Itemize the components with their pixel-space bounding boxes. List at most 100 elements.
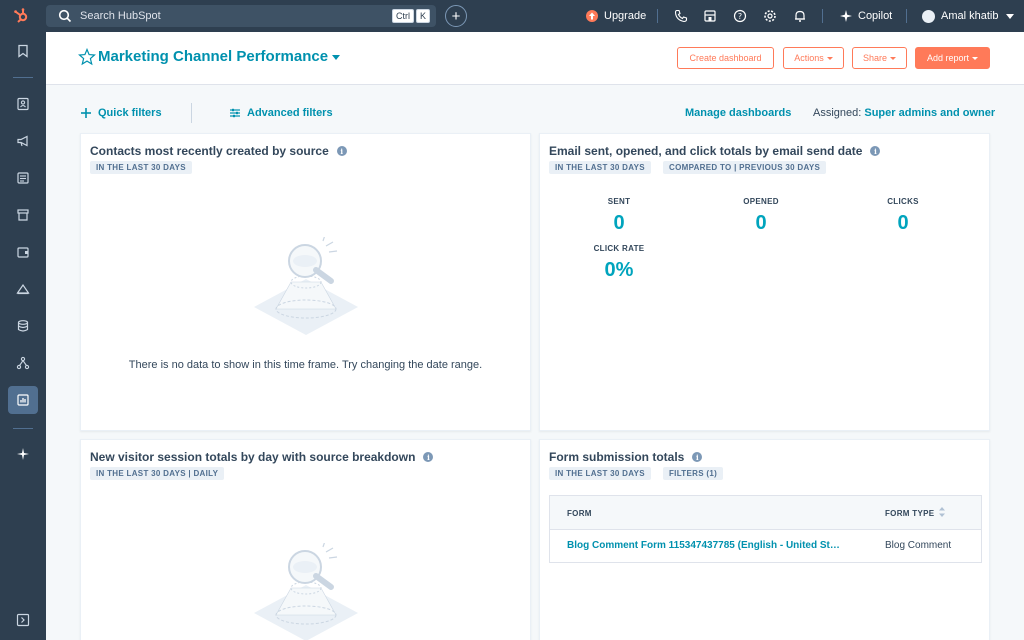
form-name-link[interactable]: Blog Comment Form 115347437785 (English … [567,540,840,551]
sparkle-icon [840,10,852,22]
table-header: FORM FORM TYPE [550,496,981,530]
user-name: Amal khatib [941,10,999,22]
advanced-filters-label: Advanced filters [247,107,333,119]
copilot-button[interactable]: Copilot [840,0,892,32]
no-data-magnifier-illustration-icon [254,543,358,640]
metric-label-clicks: CLICKS [887,197,919,206]
top-navigation-bar: Search HubSpot Ctrl K + Upgrade ? Copilo… [0,0,1024,32]
chevron-down-icon [1006,13,1015,19]
assigned-info: Assigned: Super admins and owner [813,107,995,119]
share-label: Share [862,53,888,63]
info-icon[interactable]: i [423,452,434,462]
left-sidebar [0,32,46,640]
expand-sidebar-icon[interactable] [14,611,32,629]
content-icon[interactable] [14,169,32,187]
filter-divider [191,103,192,123]
advanced-filters-button[interactable]: Advanced filters [229,107,333,119]
metric-label-sent: SENT [607,197,631,206]
library-icon[interactable] [14,354,32,372]
bookmark-icon[interactable] [14,42,32,60]
share-dropdown-button[interactable]: Share [852,47,907,69]
search-icon [58,9,72,23]
table-row: Blog Comment Form 115347437785 (English … [550,530,981,562]
card-title-text: Form submission totals [549,450,685,464]
favorite-star-icon[interactable] [78,48,96,66]
page-title[interactable]: Marketing Channel Performance [98,48,328,65]
card-title-text: Email sent, opened, and click totals by … [549,144,863,158]
chevron-down-icon [826,56,833,60]
metric-label-click-rate: CLICK RATE [593,244,645,253]
commerce-icon[interactable] [14,206,32,224]
empty-state-message: There is no data to show in this time fr… [128,359,483,371]
help-icon[interactable]: ? [733,9,747,23]
create-dashboard-button[interactable]: Create dashboard [677,47,774,69]
date-range-tag[interactable]: IN THE LAST 30 DAYS [90,161,192,174]
comparison-tag[interactable]: COMPARED TO | PREVIOUS 30 DAYS [663,161,827,174]
actions-label: Actions [794,53,824,63]
notifications-bell-icon[interactable] [793,9,807,23]
card-title[interactable]: New visitor session totals by day with s… [90,450,434,464]
settings-gear-icon[interactable] [763,9,777,23]
manage-dashboards-link[interactable]: Manage dashboards [685,107,791,119]
metric-label-opened: OPENED [743,197,779,206]
sort-icon[interactable] [938,506,946,518]
card-title-text: New visitor session totals by day with s… [90,450,416,464]
create-dashboard-label: Create dashboard [689,53,762,63]
filters-tag[interactable]: FILTERS (1) [663,467,724,480]
plus-icon [81,108,91,118]
marketplace-icon[interactable] [703,9,717,23]
info-icon[interactable]: i [692,452,703,462]
date-range-tag[interactable]: IN THE LAST 30 DAYS [549,467,651,480]
card-title[interactable]: Contacts most recently created by source… [90,144,347,158]
form-submissions-table: FORM FORM TYPE Blog Comment Form 1153474… [549,495,982,563]
automation-icon[interactable] [14,280,32,298]
quick-filters-label: Quick filters [98,107,162,119]
card-title[interactable]: Form submission totals i [549,450,703,464]
quick-filters-button[interactable]: Quick filters [80,107,162,119]
dashboard-header: Marketing Channel Performance Create das… [46,32,1024,85]
chevron-down-icon [890,56,897,60]
hubspot-logo-icon[interactable] [10,6,32,26]
svg-text:?: ? [738,12,742,21]
create-new-button[interactable]: + [445,5,467,27]
chevron-down-icon[interactable] [332,55,340,60]
report-card-sessions: New visitor session totals by day with s… [80,439,531,640]
no-data-magnifier-illustration-icon [254,237,358,335]
breeze-icon[interactable] [14,445,32,463]
reports-icon[interactable] [14,391,32,409]
card-title-text: Contacts most recently created by source [90,144,329,158]
form-type-cell: Blog Comment [885,540,952,551]
add-report-button[interactable]: Add report [915,47,990,69]
filter-sliders-icon [230,108,240,118]
card-title[interactable]: Email sent, opened, and click totals by … [549,144,881,158]
metric-value-click-rate[interactable]: 0% [579,259,659,282]
metric-value-sent[interactable]: 0 [579,212,659,235]
upgrade-arrow-icon [586,10,598,22]
metric-value-clicks[interactable]: 0 [863,212,943,235]
megaphone-icon[interactable] [14,132,32,150]
add-report-label: Add report [926,53,970,63]
actions-dropdown-button[interactable]: Actions [783,47,844,69]
report-card-contacts: Contacts most recently created by source… [80,133,531,431]
avatar [922,9,935,23]
assigned-value-link[interactable]: Super admins and owner [864,107,995,119]
column-header-form[interactable]: FORM [567,509,592,518]
global-search-input[interactable]: Search HubSpot Ctrl K [46,5,436,27]
assigned-label: Assigned: [813,107,862,119]
data-icon[interactable] [14,317,32,335]
service-icon[interactable] [14,243,32,261]
copilot-label: Copilot [858,10,893,22]
phone-icon[interactable] [674,9,688,23]
info-icon[interactable]: i [336,146,347,156]
info-icon[interactable]: i [870,146,881,156]
date-range-tag[interactable]: IN THE LAST 30 DAYS | DAILY [90,467,225,480]
report-card-forms: Form submission totals i IN THE LAST 30 D… [539,439,990,640]
column-header-form-type[interactable]: FORM TYPE [885,509,934,518]
search-placeholder: Search HubSpot [80,10,161,22]
manage-dashboards-label: Manage dashboards [685,107,792,119]
metric-value-opened[interactable]: 0 [721,212,801,235]
user-menu[interactable]: Amal khatib [922,0,1015,32]
contacts-icon[interactable] [14,95,32,113]
date-range-tag[interactable]: IN THE LAST 30 DAYS [549,161,651,174]
upgrade-button[interactable]: Upgrade [586,0,646,32]
